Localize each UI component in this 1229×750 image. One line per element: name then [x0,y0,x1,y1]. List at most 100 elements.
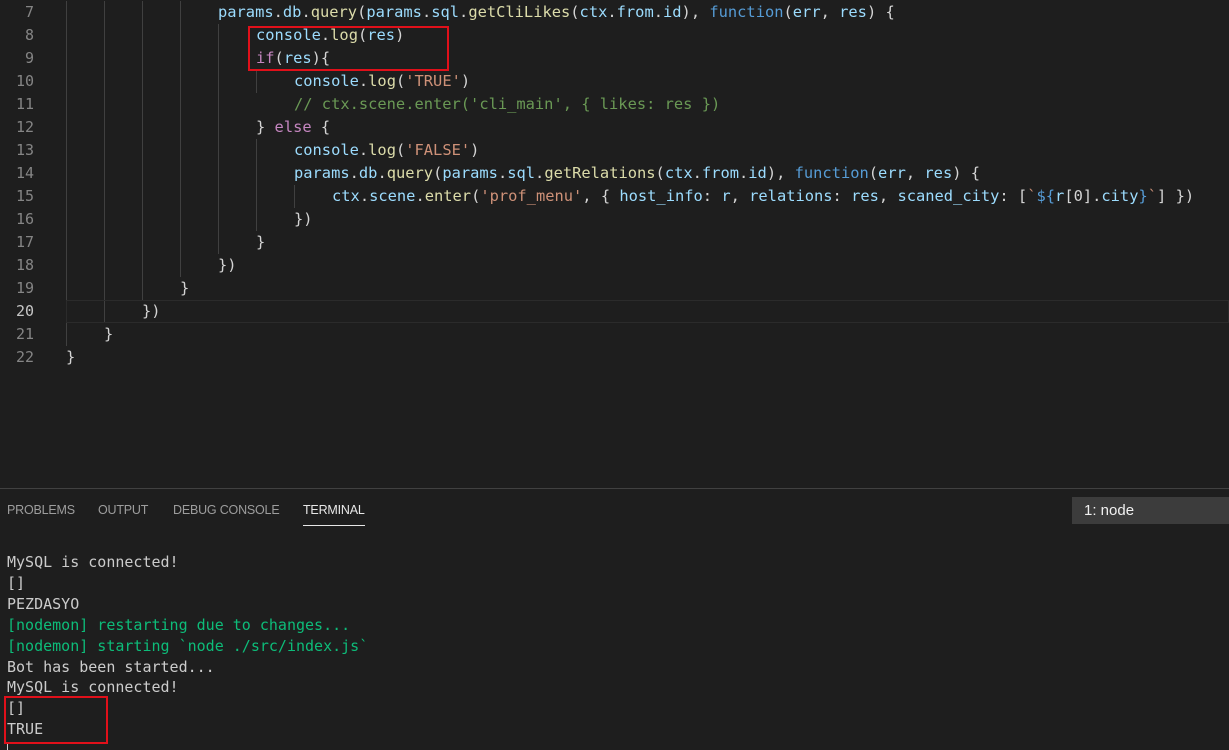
tab-debug-console[interactable]: DEBUG CONSOLE [173,503,280,517]
code-token: . [415,187,425,205]
code-token: ( [570,3,580,21]
code-token: log [368,72,396,90]
line-number: 21 [15,325,34,343]
code-token: } [1138,187,1148,205]
code-token: } [256,118,275,136]
code-text: console.log('FALSE') [294,139,479,162]
line-number: 10 [15,72,34,90]
code-text: console.log('TRUE') [294,70,470,93]
terminal-line: Bot has been started... [7,657,215,676]
line-number: 19 [15,279,34,297]
code-line[interactable]: 19} [0,277,1229,300]
code-token: . [349,164,359,182]
code-token: sql [431,3,460,21]
code-text: }) [294,208,313,231]
code-token: err [792,3,821,21]
code-token: [0]. [1064,187,1102,205]
code-line[interactable]: 10 console.log('TRUE') [0,70,1229,93]
code-token: : [832,187,852,205]
code-token: res [851,187,879,205]
code-line[interactable]: 22} [0,346,1229,369]
code-editor[interactable]: 7 params.db.query(params.sql.getCliLikes(… [0,0,1229,488]
code-text: } [256,231,265,254]
code-token: r [721,187,731,205]
code-token: . [421,3,432,21]
line-number: 12 [15,118,34,136]
code-token: ( [783,3,793,21]
code-line[interactable]: 7 params.db.query(params.sql.getCliLikes(… [0,1,1229,24]
code-token: from [701,164,739,182]
code-token: } [66,348,76,366]
code-token: . [358,141,369,159]
line-number: 20 [15,302,34,320]
code-token: 'prof_menu' [480,187,583,205]
code-token: ( [395,72,406,90]
code-token: . [497,164,508,182]
code-token: r [1055,187,1065,205]
code-token: params [366,3,422,21]
code-line[interactable]: 20}) [16,300,1229,323]
code-line[interactable]: 12} else { [0,116,1229,139]
code-line[interactable]: 9 if(res){ [0,47,1229,70]
code-token: relations [749,187,833,205]
line-number: 16 [15,210,34,228]
code-text: params.db.query(params.sql.getCliLikes(c… [218,1,895,24]
tab-terminal[interactable]: TERMINAL [303,503,365,526]
code-token: ( [357,3,367,21]
code-token: city [1101,187,1139,205]
code-token: , [905,164,925,182]
code-token: from [616,3,654,21]
code-token: ] }) [1157,187,1195,205]
code-line[interactable]: 13 console.log('FALSE') [0,139,1229,162]
code-token: res [839,3,867,21]
code-line[interactable]: 16}) [0,208,1229,231]
terminal-line: MySQL is connected! [7,553,179,571]
code-highlight-box [248,26,449,71]
code-token: , [820,3,840,21]
code-line[interactable]: 21} [0,323,1229,346]
code-token: function [709,3,784,21]
terminal-selector-dropdown[interactable]: 1: node [1072,497,1229,524]
code-token: ( [433,164,443,182]
line-number: 11 [15,95,34,113]
code-line[interactable]: 15 ctx.scene.enter('prof_menu', { host_in… [0,185,1229,208]
code-token: getRelations [544,164,656,182]
code-token: { [311,118,331,136]
code-token: 'FALSE' [405,141,471,159]
code-token: . [358,72,369,90]
code-token: ctx [332,187,360,205]
tab-problems[interactable]: PROBLEMS [7,503,75,517]
code-token: params [442,164,498,182]
code-token: ) { [952,164,981,182]
code-token: ( [395,141,406,159]
terminal-highlight-box [4,696,108,744]
code-line[interactable]: 8 console.log(res) [0,24,1229,47]
code-line[interactable]: 18}) [0,254,1229,277]
code-token: }) [142,302,161,320]
code-token: ` [1147,187,1158,205]
code-line[interactable]: 11 // ctx.scene.enter('cli_main', { likes… [0,93,1229,116]
code-token: ) [470,141,480,159]
code-token: } [180,279,190,297]
code-line[interactable]: 17} [0,231,1229,254]
terminal-line: [nodemon] restarting due to changes... [7,615,351,634]
code-text: } [66,346,75,369]
code-token: query [386,164,434,182]
tab-output[interactable]: OUTPUT [98,503,148,517]
code-line[interactable]: 14 params.db.query(params.sql.getRelation… [0,162,1229,185]
code-token: params [294,164,350,182]
code-token: . [301,3,311,21]
code-token: getCliLikes [468,3,571,21]
line-number: 17 [15,233,34,251]
code-token: : [ [999,187,1028,205]
code-text: }) [218,254,237,277]
line-number: 14 [15,164,34,182]
code-token: scene [369,187,416,205]
code-token: scaned_city [897,187,1000,205]
code-token: // ctx.scene.enter('cli_main', { likes: … [294,95,721,113]
line-number: 18 [15,256,34,274]
code-token: ) [460,72,471,90]
code-token: , { [582,187,620,205]
code-token: db [358,164,378,182]
code-token: ${ [1036,187,1056,205]
